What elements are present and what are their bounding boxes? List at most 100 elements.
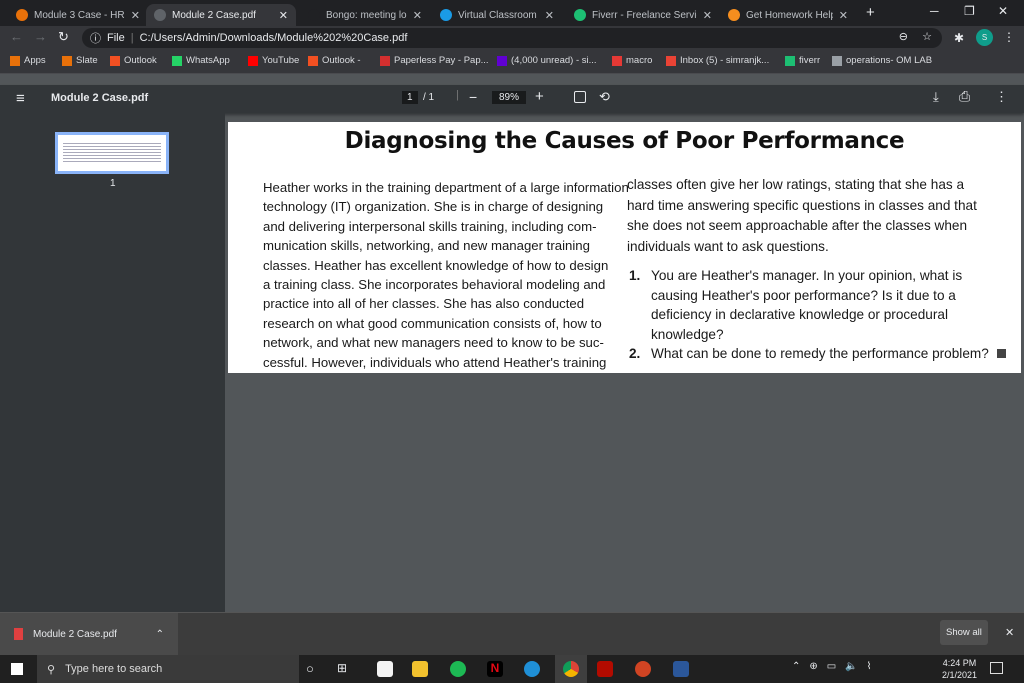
clock[interactable]: 4:24 PM 2/1/2021: [942, 657, 977, 681]
more-icon[interactable]: ⋮: [995, 89, 1008, 105]
show-all-button[interactable]: Show all: [940, 620, 988, 645]
profile-avatar[interactable]: S: [976, 29, 993, 46]
close-tab-icon[interactable]: ✕: [131, 9, 140, 22]
search-box[interactable]: ⚲ Type here to search: [37, 655, 299, 683]
notifications-icon[interactable]: [990, 662, 1003, 674]
back-icon[interactable]: ←: [10, 29, 23, 44]
bookmark-item[interactable]: Apps: [10, 55, 46, 66]
star-icon[interactable]: ☆: [922, 30, 932, 43]
favicon-icon: [440, 9, 452, 21]
new-tab-button[interactable]: +: [866, 4, 875, 21]
text-line: knowledge?: [651, 326, 724, 342]
bookmark-label: (4,000 unread) - si...: [511, 55, 597, 66]
text-line: You are Heather's manager. In your opini…: [651, 268, 963, 283]
zoom-input[interactable]: 89%: [492, 91, 527, 104]
extensions-icon[interactable]: ✱: [954, 31, 964, 45]
powerpoint-icon[interactable]: [635, 661, 651, 677]
file-explorer-icon[interactable]: [412, 661, 428, 677]
bookmark-item[interactable]: Inbox (5) - simranjk...: [666, 55, 769, 66]
close-window-button[interactable]: ✕: [998, 4, 1008, 18]
search-icon: ⚲: [47, 663, 56, 676]
reload-icon[interactable]: ↻: [58, 29, 69, 45]
text-line: Heather works in the training department…: [263, 180, 629, 195]
system-tray-icons[interactable]: ⌃⊕▭🔈⌇: [792, 661, 881, 672]
favicon-icon: [574, 9, 586, 21]
text-line: individuals want to ask questions.: [627, 238, 829, 254]
word-icon[interactable]: [673, 661, 689, 677]
zoom-out-button[interactable]: −: [469, 89, 477, 105]
url-text[interactable]: C:/Users/Admin/Downloads/Module%202%20Ca…: [140, 32, 408, 44]
favicon-icon: [154, 9, 166, 21]
menu-icon[interactable]: ⋮: [1003, 30, 1015, 44]
search-placeholder: Type here to search: [65, 663, 163, 675]
bookmark-icon: [380, 55, 390, 66]
netflix-icon[interactable]: N: [487, 661, 503, 677]
print-icon[interactable]: ⎙: [959, 88, 970, 105]
bookmark-icon: [10, 55, 20, 66]
bookmark-item[interactable]: operations- OM LAB: [832, 55, 932, 66]
browser-tab[interactable]: Bongo: meeting lobby ✕: [300, 4, 430, 26]
page-total: / 1: [423, 92, 435, 103]
bookmark-item[interactable]: (4,000 unread) - si...: [497, 55, 597, 66]
windows-start-icon[interactable]: [11, 663, 23, 675]
bookmark-item[interactable]: YouTube: [248, 55, 299, 66]
forward-icon[interactable]: →: [34, 29, 47, 44]
zoom-in-button[interactable]: +: [535, 88, 544, 105]
text-line: she does not seem approachable after the…: [627, 218, 968, 233]
pdf-toolbar: ≡ Module 2 Case.pdf 1 / 1 | − 89% + ⟲ ⤓ …: [0, 85, 1024, 113]
close-tab-icon[interactable]: ✕: [279, 9, 288, 22]
bookmark-item[interactable]: Slate: [62, 55, 98, 66]
close-tab-icon[interactable]: ✕: [545, 9, 554, 22]
store-icon[interactable]: [377, 661, 393, 677]
page-thumbnail[interactable]: [55, 132, 169, 174]
favicon-icon: [308, 9, 320, 21]
bookmark-item[interactable]: Paperless Pay - Pap...: [380, 55, 489, 66]
tab-title: Virtual Classroom: [458, 9, 537, 21]
left-column: Heather works in the training department…: [263, 178, 629, 372]
browser-tab[interactable]: Virtual Classroom ✕: [432, 4, 562, 26]
bookmark-item[interactable]: Outlook -: [308, 55, 361, 66]
chrome-taskbar-item[interactable]: [555, 655, 587, 683]
download-icon[interactable]: ⤓: [933, 89, 939, 105]
text-line: practice into all of her classes. She ha…: [263, 296, 585, 312]
maximize-button[interactable]: ❐: [964, 4, 975, 18]
zoom-icon[interactable]: ⊖: [899, 30, 908, 43]
document-title: Diagnosing the Causes of Poor Performanc…: [344, 128, 905, 154]
fit-page-icon[interactable]: [574, 91, 586, 103]
acrobat-icon[interactable]: [597, 661, 613, 677]
bookmark-label: Inbox (5) - simranjk...: [680, 55, 770, 66]
close-tab-icon[interactable]: ✕: [703, 9, 712, 22]
divider: |: [456, 89, 459, 101]
task-view-icon[interactable]: ⊞: [337, 661, 347, 675]
thumbnail-page-number: 1: [110, 178, 116, 189]
bookmark-item[interactable]: WhatsApp: [172, 55, 230, 66]
close-tab-icon[interactable]: ✕: [413, 9, 422, 22]
bookmark-item[interactable]: Outlook: [110, 55, 157, 66]
text-line: research on what good communication cons…: [263, 315, 602, 331]
end-mark-icon: [996, 349, 1006, 358]
sidebar-menu-icon[interactable]: ≡: [16, 90, 25, 107]
edge-icon[interactable]: [524, 661, 540, 677]
browser-tab[interactable]: Get Homework Help Wi ✕: [720, 4, 856, 26]
bookmark-label: Paperless Pay - Pap...: [394, 55, 489, 66]
rotate-icon[interactable]: ⟲: [599, 89, 610, 105]
download-item[interactable]: Module 2 Case.pdf ⌃: [0, 613, 178, 655]
cortana-icon[interactable]: ○: [306, 661, 314, 676]
bookmark-icon: [497, 55, 507, 66]
close-shelf-icon[interactable]: ✕: [1005, 626, 1014, 639]
chevron-up-icon[interactable]: ⌃: [156, 629, 164, 640]
spotify-icon[interactable]: [450, 661, 466, 677]
bookmark-item[interactable]: macro: [612, 55, 652, 66]
bookmark-label: operations- OM LAB: [846, 55, 933, 66]
address-bar[interactable]: ⓘ File | C:/Users/Admin/Downloads/Module…: [82, 28, 942, 48]
bookmark-item[interactable]: fiverr: [785, 55, 820, 66]
browser-tab[interactable]: Module 2 Case.pdf ✕: [146, 4, 296, 26]
browser-tab[interactable]: Fiverr - Freelance Servic ✕: [566, 4, 720, 26]
pdf-page: Diagnosing the Causes of Poor Performanc…: [228, 122, 1021, 373]
question-text: What can be done to remedy the performan…: [651, 346, 989, 361]
browser-tab[interactable]: Module 3 Case - HRMT ✕: [8, 4, 148, 26]
minimize-button[interactable]: ─: [930, 4, 939, 18]
page-input[interactable]: 1: [402, 91, 418, 104]
close-tab-icon[interactable]: ✕: [839, 9, 848, 22]
bookmark-icon: [62, 55, 72, 66]
